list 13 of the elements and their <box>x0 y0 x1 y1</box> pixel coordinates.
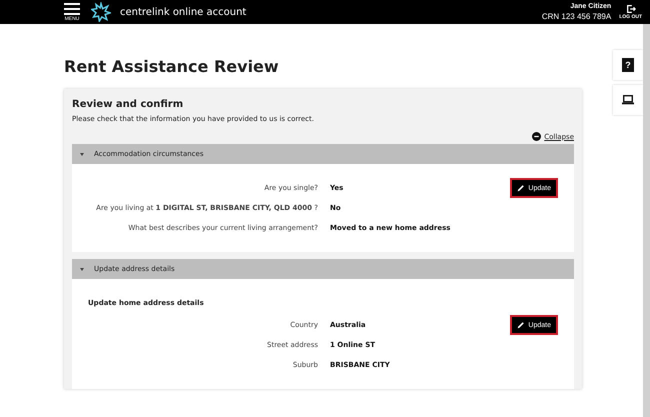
pencil-icon <box>517 184 526 192</box>
pencil-icon <box>517 321 526 329</box>
scrollbar[interactable] <box>643 24 650 417</box>
brand-name: centrelink online account <box>120 6 246 18</box>
help-button[interactable]: ? <box>613 50 643 80</box>
card-title: Review and confirm <box>72 99 184 110</box>
computer-button[interactable] <box>613 85 643 115</box>
star-logo-icon <box>91 2 111 22</box>
page-title: Rent Assistance Review <box>64 57 280 76</box>
crn-number: CRN 123 456 789A <box>542 12 612 21</box>
laptop-icon <box>621 94 635 106</box>
minus-circle-icon <box>532 132 542 141</box>
logout-icon <box>626 4 636 14</box>
